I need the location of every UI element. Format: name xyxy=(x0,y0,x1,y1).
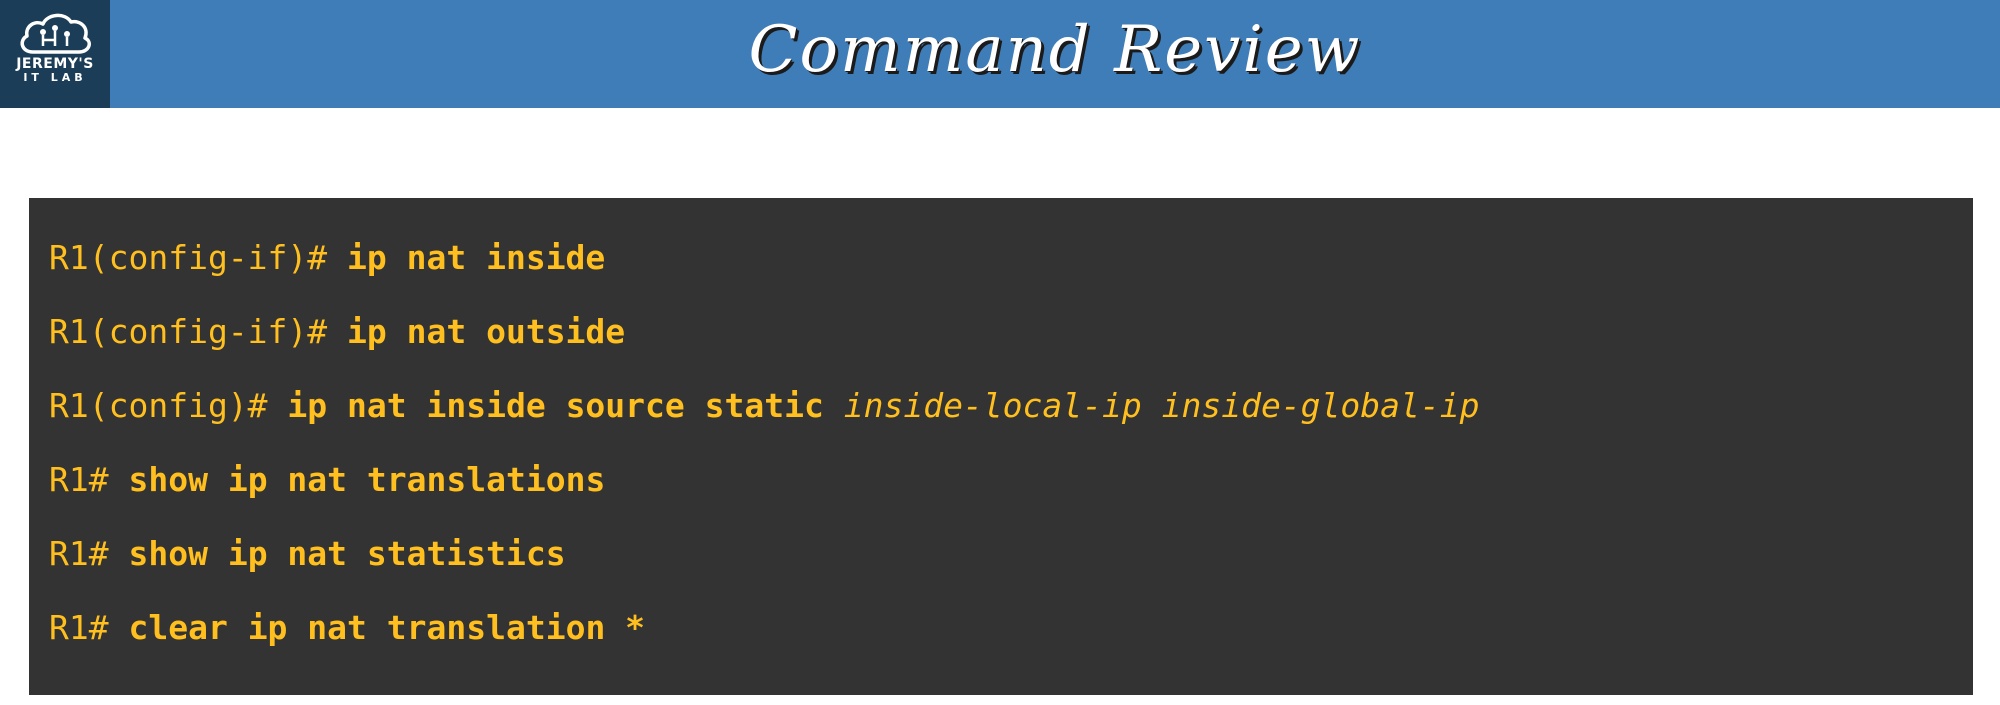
command-text: show ip nat statistics xyxy=(128,534,566,573)
command-prompt: R1# xyxy=(49,460,129,499)
command-prompt: R1# xyxy=(49,534,129,573)
logo-text-line1: JEREMY'S xyxy=(16,56,94,72)
command-line-3: R1(config)# ip nat inside source static … xyxy=(49,382,1973,456)
command-terminal: R1(config-if)# ip nat inside R1(config-i… xyxy=(29,198,1973,695)
command-line-2: R1(config-if)# ip nat outside xyxy=(49,308,1973,382)
command-text: ip nat inside xyxy=(347,238,606,277)
cloud-circuit-icon xyxy=(20,13,91,54)
page-title: Command Review xyxy=(748,13,1362,87)
command-text: show ip nat translations xyxy=(128,460,606,499)
command-text: ip nat outside xyxy=(347,312,626,351)
header-bar: JEREMY'S IT LAB Command Review xyxy=(0,0,2000,108)
command-line-5: R1# show ip nat statistics xyxy=(49,530,1973,604)
command-prompt: R1# xyxy=(49,608,129,647)
command-prompt: R1(config)# xyxy=(49,386,288,425)
command-prompt: R1(config-if)# xyxy=(49,238,348,277)
logo-text-line2: IT LAB xyxy=(23,71,87,84)
slide: JEREMY'S IT LAB Command Review R1(config… xyxy=(0,0,2000,705)
command-line-1: R1(config-if)# ip nat inside xyxy=(49,234,1973,308)
command-args: inside-local-ip inside-global-ip xyxy=(823,386,1480,425)
logo: JEREMY'S IT LAB xyxy=(0,0,110,108)
command-prompt: R1(config-if)# xyxy=(49,312,348,351)
command-text: ip nat inside source static xyxy=(287,386,824,425)
command-line-4: R1# show ip nat translations xyxy=(49,456,1973,530)
command-line-6: R1# clear ip nat translation * xyxy=(49,604,1973,678)
command-text: clear ip nat translation * xyxy=(128,608,646,647)
